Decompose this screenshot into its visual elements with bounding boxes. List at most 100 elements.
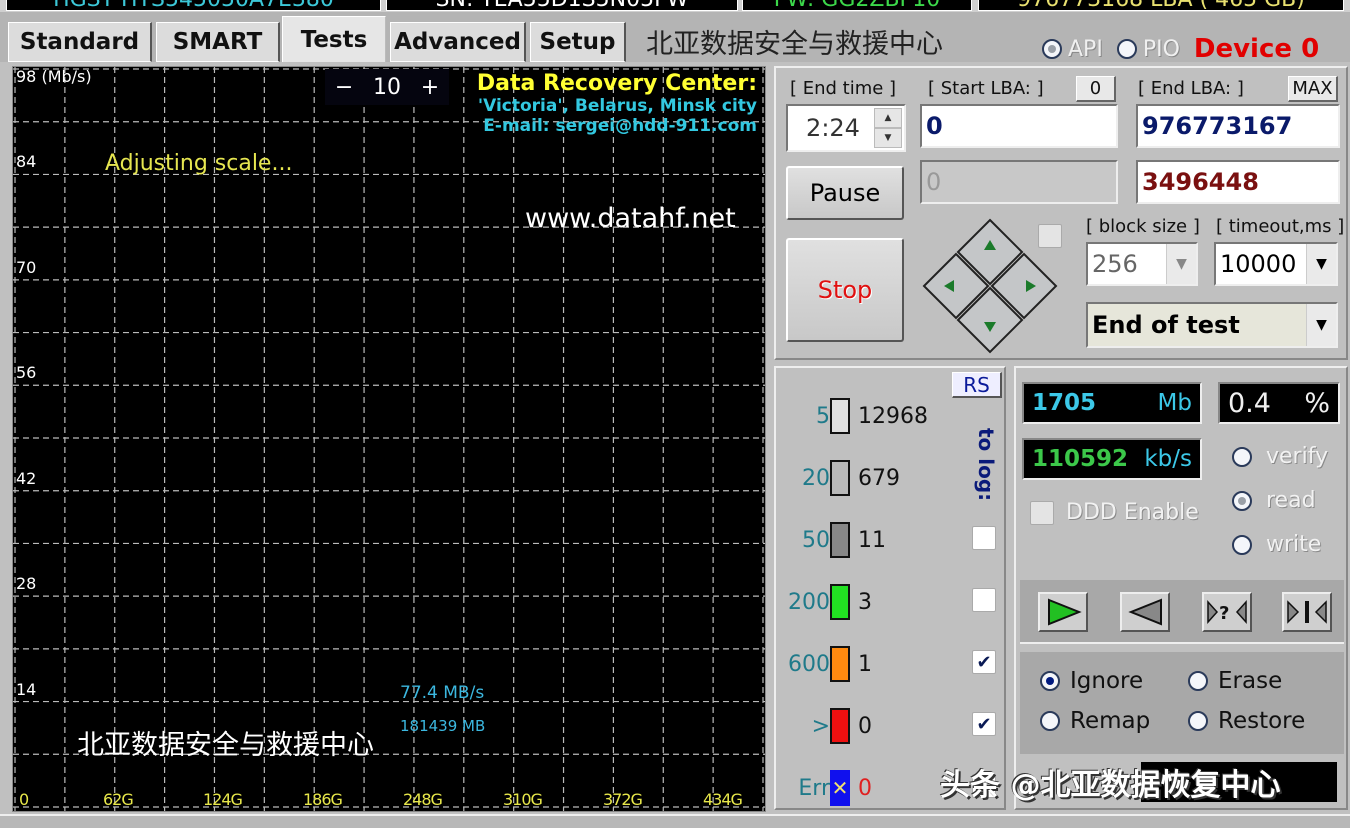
play-forward-icon xyxy=(1048,598,1082,626)
tab-smart[interactable]: SMART xyxy=(156,22,280,62)
x-tick-label: 310G xyxy=(503,790,543,809)
remap-radio[interactable] xyxy=(1040,711,1060,731)
verify-radio[interactable] xyxy=(1232,446,1252,467)
tab-advanced[interactable]: Advanced xyxy=(390,22,526,62)
count-value: 12968 xyxy=(858,404,928,429)
recovery-center-info: Data Recovery Center: 'Victoria', Belaru… xyxy=(477,71,757,136)
count-value: 11 xyxy=(858,528,886,553)
threshold-label: Err xyxy=(798,776,830,801)
start-lba-input[interactable]: 0 xyxy=(920,104,1118,148)
block-size-select[interactable]: 256 ▼ xyxy=(1086,242,1198,286)
write-radio[interactable] xyxy=(1232,534,1252,555)
log-checkbox[interactable]: ✔ xyxy=(972,712,996,736)
read-label: read xyxy=(1266,488,1316,513)
restore-label: Restore xyxy=(1218,708,1306,734)
mode-write[interactable]: write xyxy=(1232,532,1321,557)
percent-display: 0.4 % xyxy=(1218,382,1340,424)
api-radio[interactable] xyxy=(1042,39,1062,59)
x-tick-label: 248G xyxy=(403,790,443,809)
x-tick-label: 124G xyxy=(203,790,243,809)
ddd-enable-label: DDD Enable xyxy=(1066,500,1199,525)
color-swatch xyxy=(830,522,850,558)
x-tick-label: 62G xyxy=(103,790,134,809)
end-action-select[interactable]: End of test ▼ xyxy=(1086,302,1338,348)
device-label: Device 0 xyxy=(1193,34,1320,64)
y-tick-label: 84 xyxy=(16,152,37,172)
ddd-enable-checkbox[interactable] xyxy=(1030,500,1054,525)
mode-verify[interactable]: verify xyxy=(1232,444,1328,469)
chevron-down-icon: ▼ xyxy=(1306,244,1336,284)
end-lba-input[interactable]: 976773167 xyxy=(1136,104,1340,148)
scale-value: 10 xyxy=(372,74,401,100)
color-swatch xyxy=(830,646,850,682)
drive-capacity: 976773168 LBA ( 465 GB) xyxy=(978,0,1344,11)
block-size-label: [ block size ] xyxy=(1086,216,1200,237)
play-backward-button[interactable] xyxy=(1120,592,1170,632)
stop-button[interactable]: Stop xyxy=(786,238,904,342)
histogram-row: >0 ✔ xyxy=(776,706,1006,746)
error-action-restore[interactable]: Restore xyxy=(1188,708,1305,734)
scan-settings-panel: [ End time ] 2:24 ▲ ▼ [ Start LBA: ] 0 0… xyxy=(774,66,1348,360)
ddd-enable-option[interactable]: DDD Enable xyxy=(1030,500,1199,525)
pio-radio[interactable] xyxy=(1116,39,1137,59)
log-checkbox[interactable]: ✔ xyxy=(972,650,996,674)
ignore-radio[interactable] xyxy=(1040,671,1060,691)
end-time-input[interactable]: 2:24 ▲ ▼ xyxy=(786,104,906,152)
x-tick-label: 186G xyxy=(303,790,343,809)
read-radio[interactable] xyxy=(1232,490,1252,511)
erase-label: Erase xyxy=(1218,668,1283,694)
mode-read[interactable]: read xyxy=(1232,488,1316,513)
color-swatch: ✕ xyxy=(830,770,850,806)
play-forward-button[interactable] xyxy=(1038,592,1088,632)
scale-decrease-button[interactable]: − xyxy=(335,75,353,100)
seek-unknown-button[interactable]: ? xyxy=(1202,592,1252,632)
tab-standard[interactable]: Standard xyxy=(8,22,152,62)
threshold-label: 20 xyxy=(802,466,830,491)
pause-button[interactable]: Pause xyxy=(786,166,904,220)
log-checkbox[interactable] xyxy=(972,588,996,612)
log-checkbox[interactable] xyxy=(972,526,996,550)
end-time-up-icon[interactable]: ▲ xyxy=(874,108,902,128)
end-time-down-icon[interactable]: ▼ xyxy=(874,128,902,148)
y-tick-label: 70 xyxy=(16,257,37,277)
error-action-erase[interactable]: Erase xyxy=(1188,668,1282,694)
reset-stats-button[interactable]: RS xyxy=(952,372,1002,398)
histogram-row: 5 12968 xyxy=(776,396,1006,436)
speed-display: 110592 kb/s xyxy=(1022,438,1202,480)
count-value: 0 xyxy=(858,714,872,739)
chart-watermark: 北亚数据安全与救援中心 xyxy=(77,730,374,761)
y-tick-label: 42 xyxy=(16,468,37,488)
play-backward-icon xyxy=(1128,598,1162,626)
y-tick-label: 98 (Mb/s) xyxy=(16,67,92,86)
end-lba-label: [ End LBA: ] xyxy=(1138,78,1244,99)
erase-radio[interactable] xyxy=(1188,671,1208,691)
error-action-remap[interactable]: Remap xyxy=(1040,708,1150,734)
error-action-ignore[interactable]: Ignore xyxy=(1040,668,1143,694)
seek-end-icon xyxy=(1287,600,1327,624)
scale-increase-button[interactable]: + xyxy=(421,75,439,100)
percent-value: 0.4 xyxy=(1228,387,1271,419)
tab-setup[interactable]: Setup xyxy=(530,22,626,62)
tab-tests[interactable]: Tests xyxy=(282,16,386,62)
end-time-label: [ End time ] xyxy=(790,78,897,99)
website-watermark: www.datahf.net xyxy=(525,203,736,234)
threshold-label: 5 xyxy=(816,404,830,429)
graph-grid xyxy=(13,67,765,811)
color-swatch xyxy=(830,398,850,434)
x-tick-label: 434G xyxy=(703,790,743,809)
timeout-select[interactable]: 10000 ▼ xyxy=(1214,242,1338,286)
seek-end-button[interactable] xyxy=(1282,592,1332,632)
drive-model: HGST HTS545050A7E380 xyxy=(6,0,381,11)
direction-checkbox[interactable] xyxy=(1038,224,1062,248)
end-lba-max-button[interactable]: MAX xyxy=(1288,76,1338,102)
start-lba-reset-button[interactable]: 0 xyxy=(1076,76,1116,102)
restore-radio[interactable] xyxy=(1188,711,1208,731)
info-email: E-mail: sergei@hdd-911.com xyxy=(483,116,757,136)
count-value: 3 xyxy=(858,590,872,615)
svg-text:?: ? xyxy=(1219,603,1229,624)
progress-panel: 1705 Mb 0.4 % 110592 kb/s DDD Enable ver… xyxy=(1014,366,1348,810)
block-timing-histogram: RS to log: 5 12968 20 679 50 11 200 3 600 1 ✔ >0 ✔ Er… xyxy=(774,366,1006,810)
chevron-down-icon: ▼ xyxy=(1166,244,1196,284)
y-tick-label: 14 xyxy=(16,679,37,699)
percent-unit: % xyxy=(1304,387,1330,419)
